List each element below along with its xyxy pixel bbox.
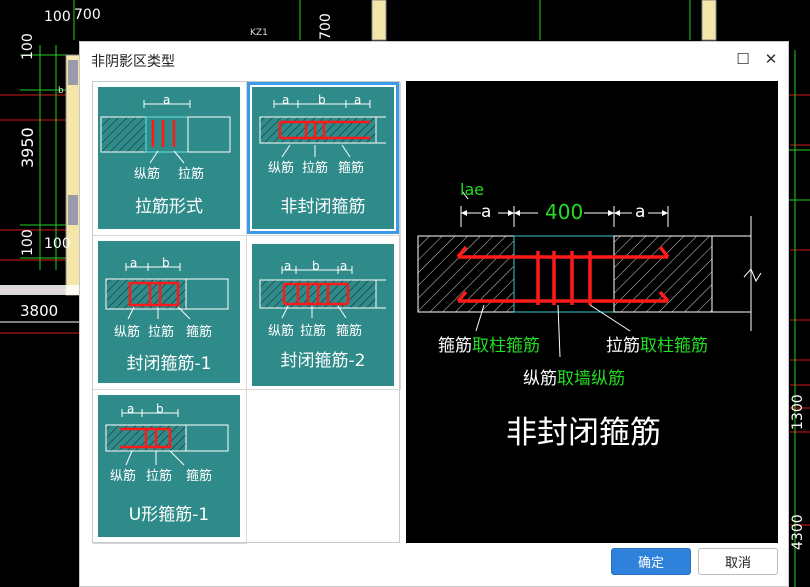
tile-label: 非封闭箍筋 (280, 197, 366, 217)
stirrup-note: 箍筋取柱箍筋 (438, 331, 540, 356)
dim-label: b (318, 93, 326, 107)
cad-dimension: 100 (44, 236, 71, 252)
sub-label: 箍筋 (336, 324, 363, 339)
preview-diagram (417, 190, 762, 358)
preview-caption: 非封闭箍筋 (506, 415, 661, 451)
dim-label: a (127, 402, 135, 416)
dim-400: 400 (545, 200, 584, 224)
lae-label: lae (460, 180, 485, 199)
tile-label: 拉筋形式 (135, 197, 203, 217)
sub-label: 纵筋 (268, 324, 295, 339)
sub-label: 拉筋 (148, 325, 175, 340)
tie-note: 拉筋取柱箍筋 (606, 331, 708, 356)
dialog-titlebar[interactable]: 非阴影区类型 ☐ ✕ (80, 42, 788, 78)
dialog-title: 非阴影区类型 (91, 54, 175, 70)
cad-dimension: 100 (20, 229, 36, 256)
dim-label: b (162, 256, 170, 270)
tile-label: 封闭箍筋-1 (126, 354, 212, 374)
cad-label: b (58, 86, 64, 96)
dim-label: a (282, 93, 290, 107)
cad-dimension: 700 (74, 7, 101, 23)
preview-panel: lae a 400 a 箍筋取柱箍筋 拉筋取柱箍筋 纵筋取墙纵筋 非封闭箍筋 (406, 81, 778, 543)
sub-label: 拉筋 (302, 161, 329, 176)
type-option-tie-form[interactable]: a 纵筋 拉筋 拉筋形式 (98, 87, 240, 229)
type-option-grid: a 纵筋 拉筋 拉筋形式 a b a 纵筋 拉筋 箍筋 非封闭箍筋 a b 纵筋… (92, 81, 401, 544)
cad-dimension: 100 (20, 33, 36, 60)
type-option-closed-stirrup-1[interactable]: a b 纵筋 拉筋 箍筋 封闭箍筋-1 (98, 241, 240, 383)
cad-dimension: 100 (44, 9, 71, 25)
type-option-u-stirrup-1[interactable]: a b 纵筋 拉筋 箍筋 U形箍筋-1 (98, 395, 240, 537)
dim-label: a (354, 93, 362, 107)
sub-label: 箍筋 (186, 469, 213, 484)
sub-label: 纵筋 (268, 161, 295, 176)
sub-label: 拉筋 (300, 324, 327, 339)
sub-label: 拉筋 (146, 469, 173, 484)
tie-label: 拉筋 (606, 336, 640, 356)
dim-label: a (163, 93, 171, 107)
type-cell: a b a 纵筋 拉筋 箍筋 封闭箍筋-2 (247, 236, 401, 390)
tie-value: 取柱箍筋 (640, 336, 708, 356)
confirm-button[interactable]: 确定 (611, 548, 691, 575)
cad-dimension: 3950 (18, 127, 37, 168)
stirrup-value: 取柱箍筋 (472, 336, 540, 356)
sub-label: 纵筋 (114, 325, 141, 340)
type-cell: a b 纵筋 拉筋 箍筋 U形箍筋-1 (93, 390, 247, 544)
tile-label: 封闭箍筋-2 (280, 351, 366, 371)
cad-label: KZ1 (250, 28, 268, 38)
type-option-closed-stirrup-2[interactable]: a b a 纵筋 拉筋 箍筋 封闭箍筋-2 (252, 244, 394, 386)
tile-label: U形箍筋-1 (128, 505, 210, 525)
cad-dimension: 700 (318, 13, 334, 40)
sub-label: 纵筋 (110, 469, 137, 484)
stirrup-label: 箍筋 (438, 336, 472, 356)
dim-label: b (312, 259, 320, 273)
dim-label: a (130, 256, 138, 270)
long-bar-note: 纵筋取墙纵筋 (523, 364, 625, 389)
long-bar-label: 纵筋 (523, 369, 557, 389)
non-shaded-area-type-dialog: 非阴影区类型 ☐ ✕ a 纵筋 拉筋 拉筋形式 a b a 纵筋 拉筋 箍筋 非… (79, 41, 789, 587)
dim-a-left: a (481, 202, 492, 222)
cad-dimension: 4300 (790, 514, 806, 550)
dim-label: a (284, 259, 292, 273)
dim-label: a (340, 259, 348, 273)
cancel-button[interactable]: 取消 (698, 548, 778, 575)
type-cell: a 纵筋 拉筋 拉筋形式 (93, 82, 247, 236)
sub-label: 拉筋 (178, 167, 205, 182)
dim-a-right: a (635, 202, 646, 222)
sub-label: 箍筋 (338, 161, 365, 176)
type-option-open-stirrup[interactable]: a b a 纵筋 拉筋 箍筋 非封闭箍筋 (247, 82, 399, 234)
type-cell: a b 纵筋 拉筋 箍筋 封闭箍筋-1 (93, 236, 247, 390)
long-bar-value: 取墙纵筋 (557, 369, 625, 389)
type-cell: a b a 纵筋 拉筋 箍筋 非封闭箍筋 (247, 82, 401, 236)
cad-dimension: 1300 (790, 394, 806, 430)
maximize-icon[interactable]: ☐ (731, 48, 755, 70)
sub-label: 纵筋 (134, 167, 161, 182)
close-icon[interactable]: ✕ (759, 48, 783, 70)
dim-label: b (156, 402, 164, 416)
sub-label: 箍筋 (186, 325, 213, 340)
cad-dimension: 3800 (20, 302, 59, 320)
